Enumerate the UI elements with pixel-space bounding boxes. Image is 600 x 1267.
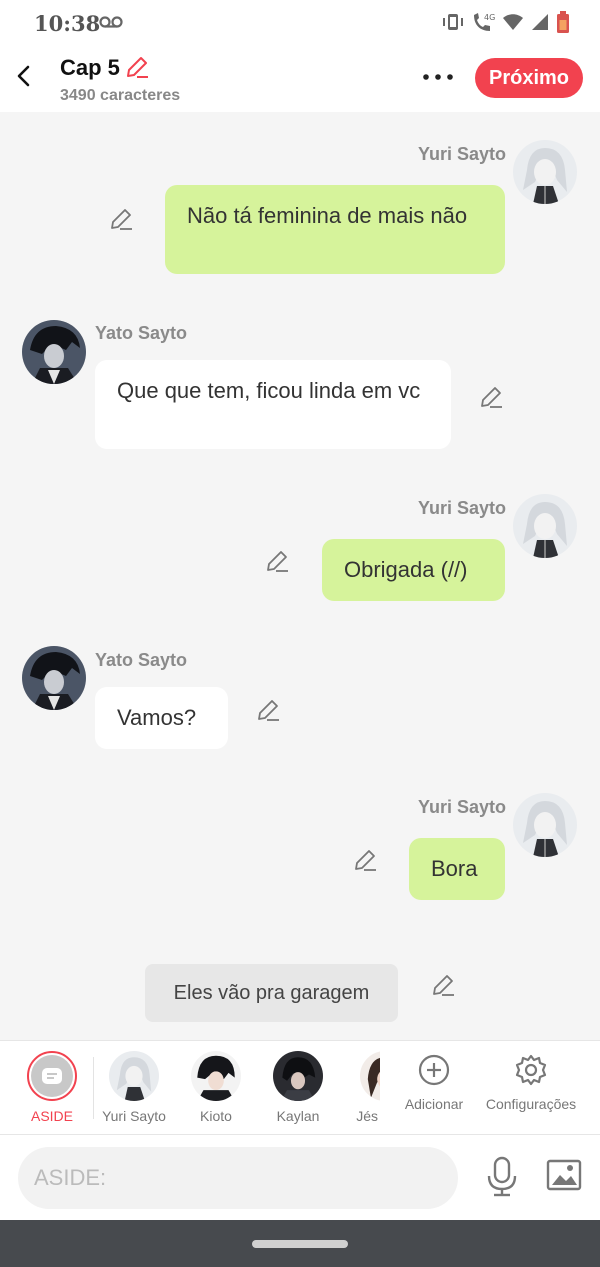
sender-name: Yuri Sayto — [418, 498, 507, 518]
edit-title-icon[interactable] — [124, 54, 150, 80]
add-circle-icon — [418, 1054, 450, 1086]
character-jes[interactable]: Jés — [330, 1051, 380, 1124]
divider — [93, 1057, 94, 1119]
edit-message-icon[interactable] — [430, 972, 456, 998]
message-bubble[interactable]: Que que tem, ficou linda em vc — [95, 360, 451, 449]
avatar — [273, 1051, 323, 1101]
microphone-icon[interactable] — [485, 1156, 519, 1198]
back-arrow-icon[interactable] — [10, 62, 38, 90]
edit-message-icon[interactable] — [352, 847, 378, 873]
character-label: Jés — [356, 1108, 378, 1124]
character-yuri[interactable]: Yuri Sayto — [96, 1051, 172, 1124]
next-button[interactable]: Próximo — [475, 58, 583, 98]
settings-label: Configurações — [485, 1096, 577, 1112]
image-icon[interactable] — [546, 1159, 582, 1191]
sender-name: Yato Sayto — [95, 323, 188, 343]
message-bubble[interactable]: Vamos? — [95, 687, 228, 749]
input-bar — [0, 1135, 600, 1220]
chat-area[interactable]: Yuri Sayto Não tá feminina de mais não Y… — [0, 112, 600, 1040]
message-bubble[interactable]: Obrigada (//) — [322, 539, 505, 601]
settings-button[interactable]: Configurações — [482, 1053, 580, 1112]
sender-name: Yuri Sayto — [418, 797, 507, 817]
character-label: Yuri Sayto — [102, 1108, 166, 1124]
avatar — [360, 1051, 380, 1101]
character-selector: ASIDE Yuri Sayto Kioto Kaylan Jés Adicio… — [0, 1040, 600, 1135]
call-4g-icon: 4G — [474, 13, 495, 31]
voicemail-icon — [99, 16, 123, 28]
character-label: Kaylan — [276, 1108, 320, 1124]
system-nav-bar — [0, 1220, 600, 1267]
status-bar: 10:38 4G — [0, 0, 600, 46]
avatar-yuri[interactable] — [513, 793, 577, 857]
avatar-yuri[interactable] — [513, 494, 577, 558]
header: Cap 5 3490 caracteres Próximo — [0, 46, 600, 112]
add-label: Adicionar — [404, 1096, 464, 1112]
battery-icon — [557, 11, 569, 33]
message-input[interactable] — [18, 1147, 458, 1209]
avatar-yato[interactable] — [22, 320, 86, 384]
edit-message-icon[interactable] — [264, 548, 290, 574]
character-count: 3490 caracteres — [60, 87, 181, 104]
edit-message-icon[interactable] — [255, 697, 281, 723]
avatar — [191, 1051, 241, 1101]
wifi-icon — [503, 14, 523, 30]
home-indicator[interactable] — [252, 1240, 348, 1248]
sender-name: Yuri Sayto — [418, 144, 507, 164]
gear-icon — [515, 1054, 547, 1086]
aside-message[interactable]: Eles vão pra garagem — [145, 964, 398, 1022]
more-options-icon[interactable] — [420, 70, 456, 84]
status-icons: 4G — [442, 11, 570, 33]
character-kaylan[interactable]: Kaylan — [260, 1051, 336, 1124]
message-bubble[interactable]: Não tá feminina de mais não — [165, 185, 505, 274]
avatar-yuri[interactable] — [513, 140, 577, 204]
avatar-yato[interactable] — [22, 646, 86, 710]
network-label: 4G — [484, 13, 495, 22]
avatar — [109, 1051, 159, 1101]
edit-message-icon[interactable] — [478, 384, 504, 410]
character-label: ASIDE — [30, 1108, 73, 1124]
signal-icon — [532, 14, 548, 30]
character-kioto[interactable]: Kioto — [178, 1051, 254, 1124]
aside-avatar — [27, 1051, 77, 1101]
vibrate-icon — [443, 14, 463, 30]
message-bubble[interactable]: Bora — [409, 838, 505, 900]
character-aside[interactable]: ASIDE — [14, 1051, 90, 1124]
sender-name: Yato Sayto — [95, 650, 188, 670]
chat-bubble-icon — [42, 1068, 62, 1084]
character-label: Kioto — [200, 1108, 232, 1124]
chapter-title[interactable]: Cap 5 — [60, 55, 120, 81]
add-character-button[interactable]: Adicionar — [400, 1053, 468, 1112]
status-time: 10:38 — [34, 11, 101, 36]
edit-message-icon[interactable] — [108, 206, 134, 232]
